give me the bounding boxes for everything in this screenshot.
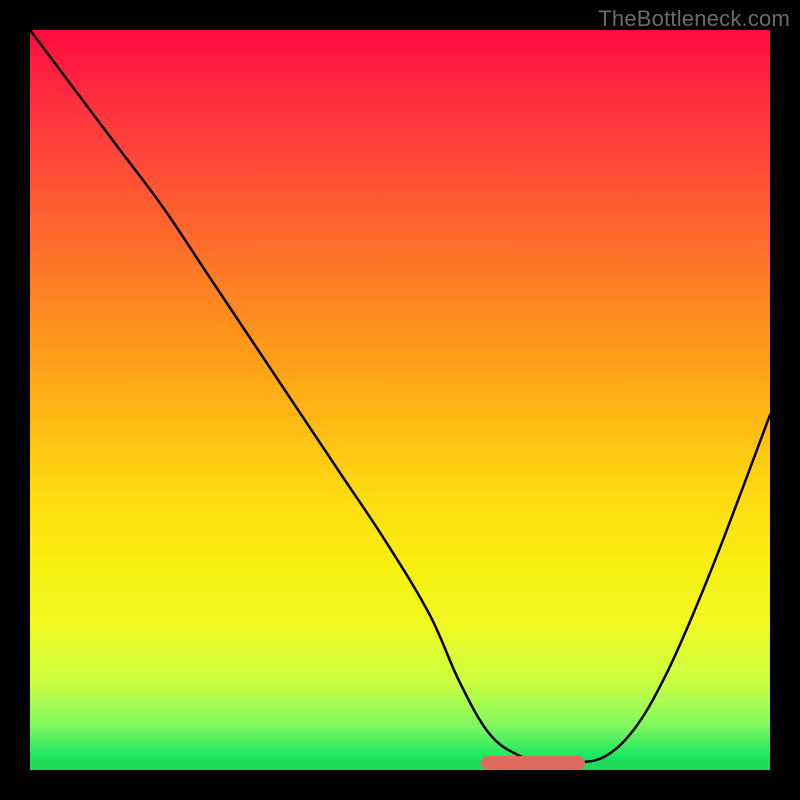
plot-area xyxy=(30,30,770,770)
watermark-text: TheBottleneck.com xyxy=(598,6,790,32)
bottleneck-curve xyxy=(30,30,770,770)
bottleneck-curve-path xyxy=(30,30,770,764)
chart-frame: TheBottleneck.com xyxy=(0,0,800,800)
optimal-range-marker xyxy=(481,756,585,770)
